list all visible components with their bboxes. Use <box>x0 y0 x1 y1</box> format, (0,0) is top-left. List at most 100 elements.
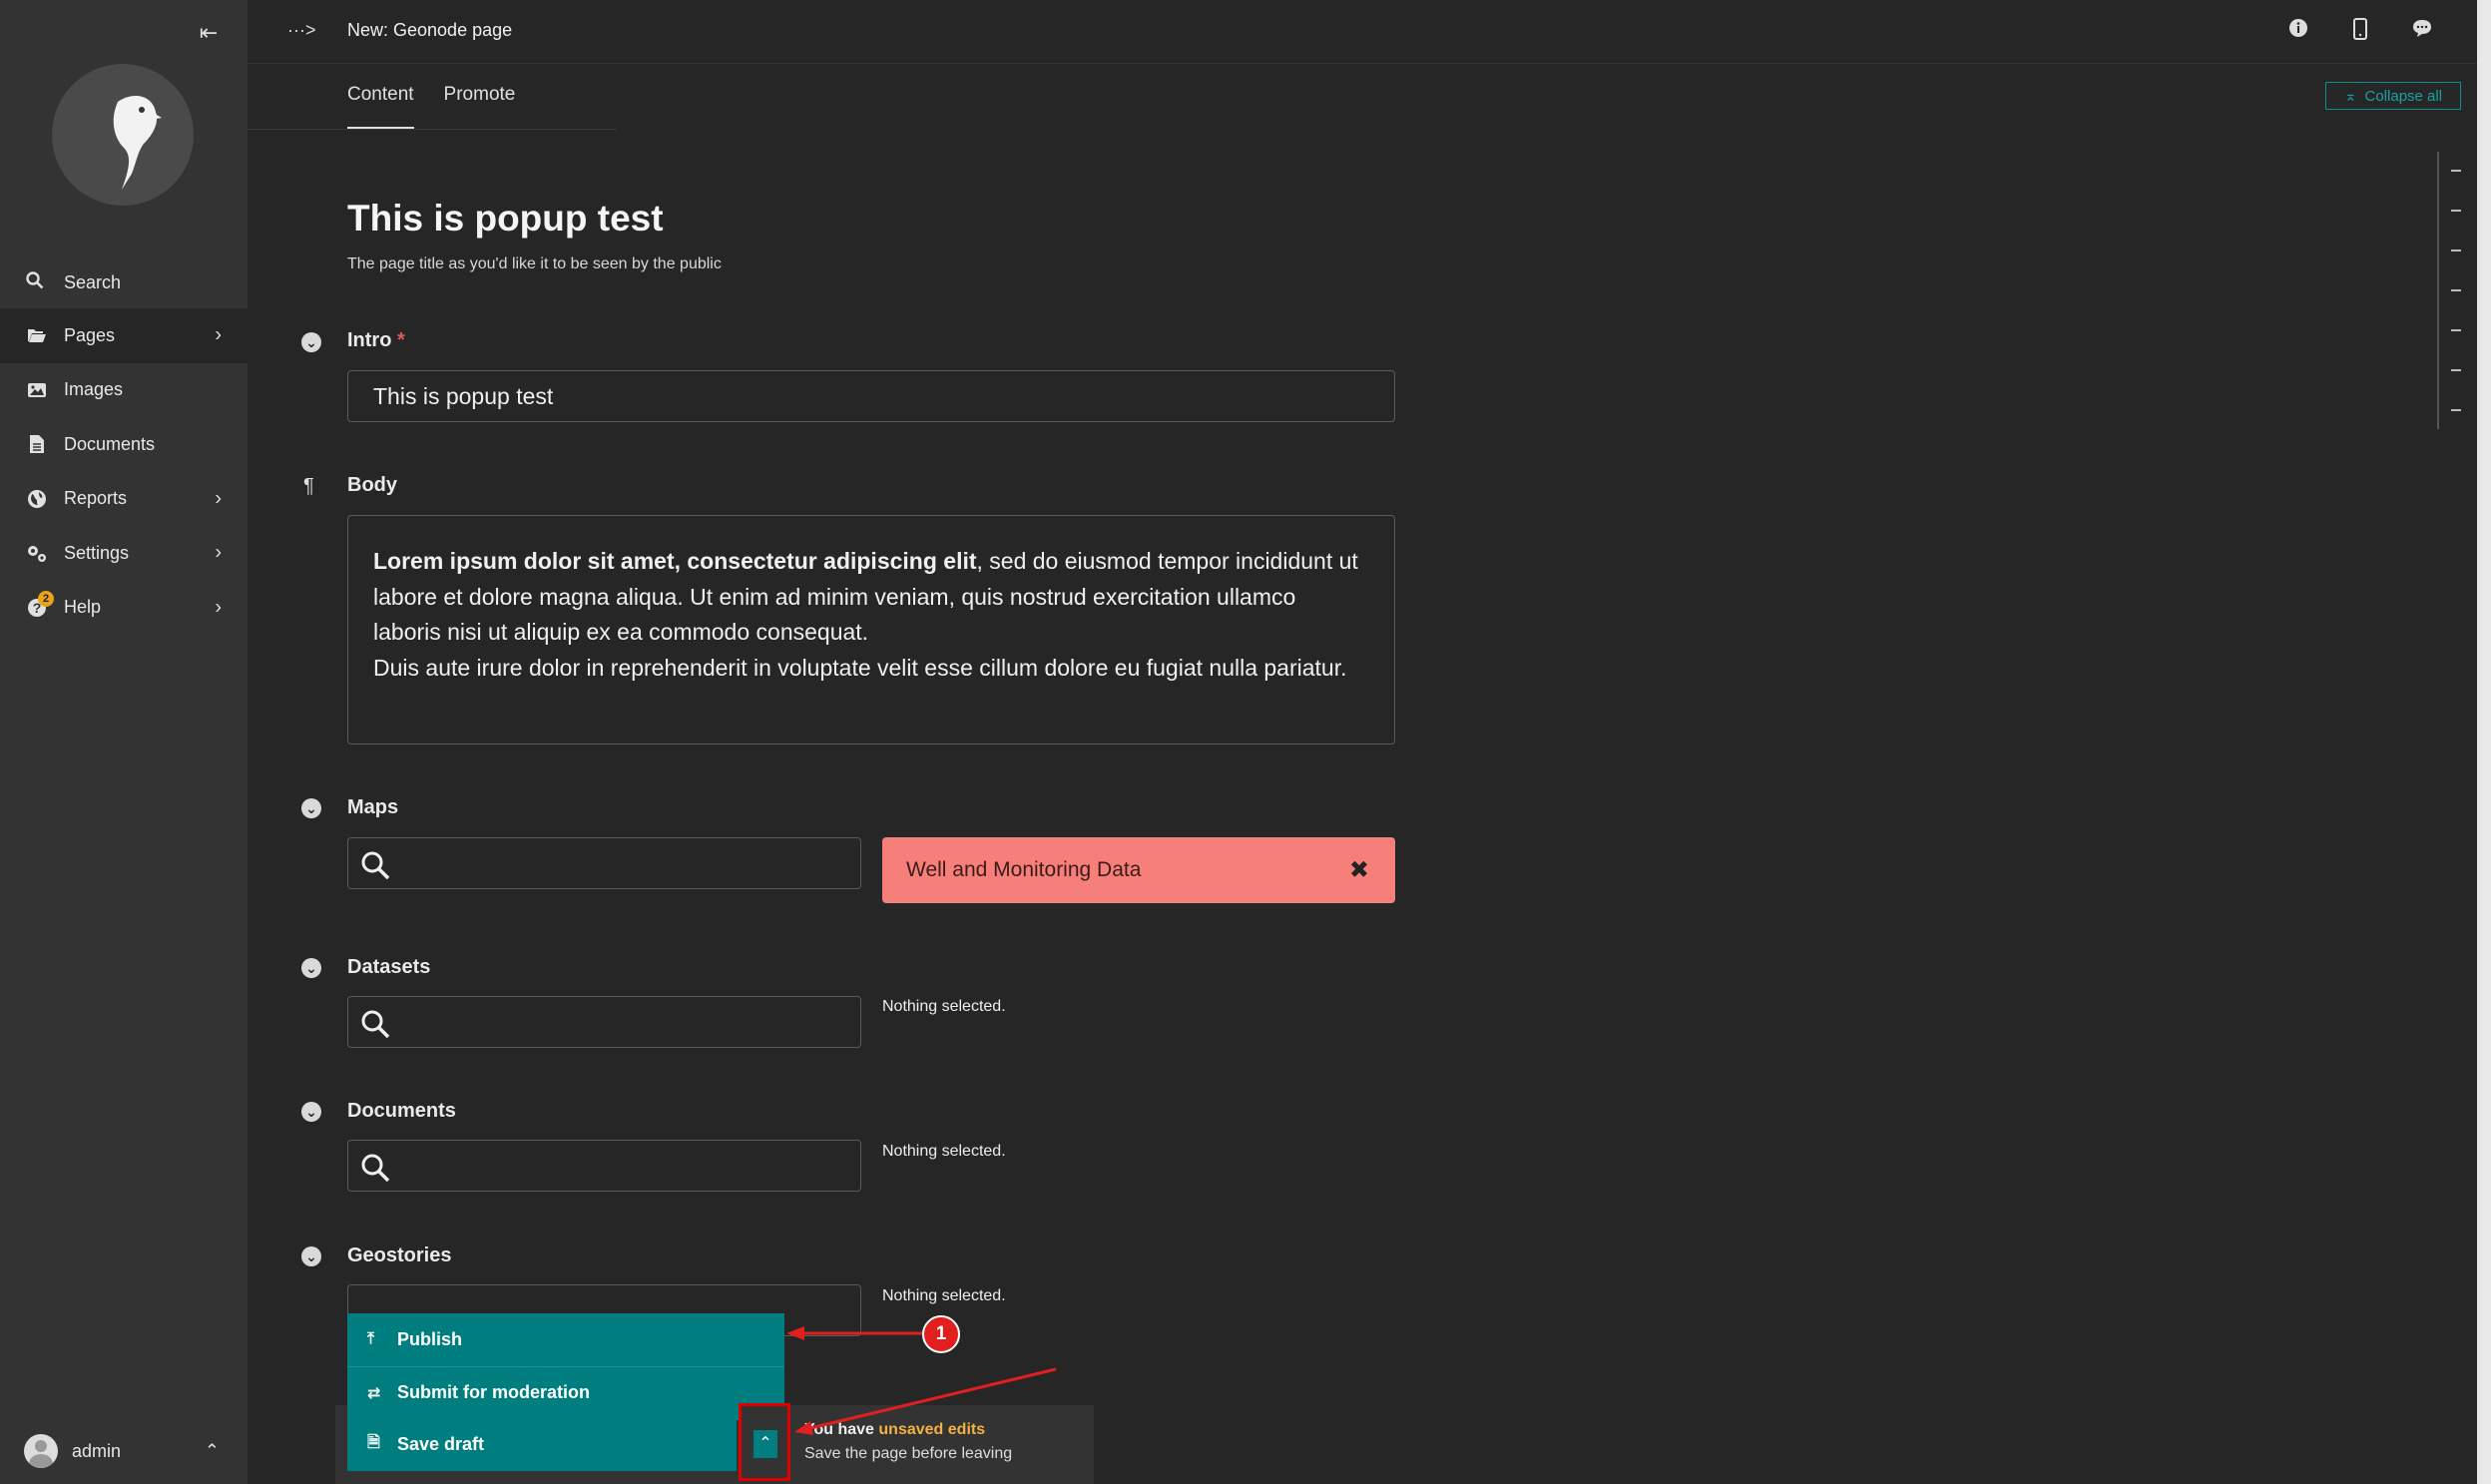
collapse-all-button[interactable]: ⌅ Collapse all <box>2325 82 2461 110</box>
chevron-right-icon: › <box>215 323 222 346</box>
help-notification-badge: 2 <box>38 590 54 607</box>
search-icon <box>26 270 48 294</box>
sidebar-item-images[interactable]: Images <box>0 363 248 418</box>
minimap[interactable] <box>2437 152 2461 429</box>
swap-icon: ⇄ <box>367 1384 381 1402</box>
collapse-up-icon: ⌅ <box>2343 88 2357 105</box>
body-label: Body <box>347 474 397 496</box>
sidebar-item-label: Settings <box>64 542 130 563</box>
paragraph-icon: ¶ <box>303 475 314 497</box>
image-icon <box>26 379 48 401</box>
chevron-up-icon: ⌃ <box>204 1440 220 1461</box>
tab-promote[interactable]: Promote <box>444 84 516 130</box>
action-menu: ⤒ Publish ⇄ Submit for moderation <box>347 1313 784 1420</box>
sidebar-item-label: Pages <box>64 324 116 345</box>
body-text-line2: Duis aute irure dolor in reprehenderit i… <box>373 654 1347 681</box>
intro-input[interactable]: This is popup test <box>347 370 1395 422</box>
annotation-marker: 1 <box>922 1315 960 1353</box>
search-icon <box>361 1010 390 1039</box>
datasets-label: Datasets <box>347 956 431 978</box>
chevron-down-icon[interactable]: ⌄ <box>301 1102 321 1122</box>
account-menu[interactable]: admin ⌃ <box>0 1425 248 1477</box>
unsaved-message: You have unsaved edits <box>804 1421 985 1439</box>
collapse-sidebar-icon[interactable]: ⇤ <box>194 18 224 48</box>
editor-tabs: Content Promote <box>347 84 515 130</box>
sidebar-item-documents[interactable]: Documents <box>0 417 248 472</box>
documents-search-input[interactable] <box>347 1140 861 1192</box>
sidebar-nav: Pages › Images Documents Reports › Setti… <box>0 308 248 635</box>
title-field[interactable]: This is popup test <box>347 198 664 240</box>
chevron-down-icon[interactable]: ⌄ <box>301 958 321 978</box>
more-actions-toggle[interactable]: ⌃ <box>739 1403 790 1481</box>
geostories-status: Nothing selected. <box>882 1287 1006 1304</box>
wagtail-logo[interactable] <box>52 64 194 206</box>
required-marker: * <box>397 329 405 351</box>
unsaved-subtext: Save the page before leaving <box>804 1445 1013 1462</box>
collapse-all-label: Collapse all <box>2364 87 2443 105</box>
remove-icon[interactable]: ✖ <box>1349 856 1369 885</box>
selected-map-chip[interactable]: Well and Monitoring Data ✖ <box>882 837 1395 903</box>
save-draft-button[interactable]: 🗎 Save draft <box>347 1418 737 1471</box>
sidebar-item-reports[interactable]: Reports › <box>0 472 248 527</box>
title-help-text: The page title as you'd like it to be se… <box>347 255 722 272</box>
minimap-mark[interactable] <box>2451 170 2461 172</box>
sidebar-item-label: Help <box>64 597 102 618</box>
document-icon: 🗎 <box>367 1434 380 1451</box>
documents-label: Documents <box>347 1100 456 1122</box>
search-icon <box>361 851 390 880</box>
chevron-right-icon: › <box>215 541 222 564</box>
documents-status: Nothing selected. <box>882 1143 1006 1160</box>
sidebar-item-label: Reports <box>64 488 128 509</box>
cogs-icon <box>26 542 48 564</box>
sidebar-search-label: Search <box>64 271 122 292</box>
document-icon <box>26 433 48 455</box>
info-icon[interactable] <box>2285 18 2311 44</box>
unsaved-highlight: unsaved edits <box>878 1421 986 1438</box>
chevron-up-icon: ⌃ <box>753 1430 777 1458</box>
chevron-right-icon: › <box>215 487 222 510</box>
globe-icon <box>26 488 48 510</box>
chevron-down-icon[interactable]: ⌄ <box>301 1246 321 1266</box>
search-icon <box>361 1154 390 1183</box>
intro-label-text: Intro <box>347 329 392 351</box>
sidebar-item-label: Images <box>64 379 124 400</box>
scrollbar[interactable] <box>2477 0 2491 1484</box>
geostories-label: Geostories <box>347 1244 452 1266</box>
body-bold-text: Lorem ipsum dolor sit amet, consectetur … <box>373 548 977 574</box>
mobile-preview-icon[interactable] <box>2347 18 2373 44</box>
body-richtext-editor[interactable]: Lorem ipsum dolor sit amet, consectetur … <box>347 515 1395 744</box>
intro-label: Intro * <box>347 329 405 352</box>
header-bar: ···> New: Geonode page <box>248 0 2479 64</box>
selected-map-label: Well and Monitoring Data <box>906 858 1142 881</box>
chevron-right-icon: › <box>215 596 222 619</box>
maps-label: Maps <box>347 796 399 818</box>
minimap-mark[interactable] <box>2451 369 2461 371</box>
sidebar-item-help[interactable]: ? 2 Help › <box>0 581 248 636</box>
tab-content[interactable]: Content <box>347 84 414 130</box>
maps-search-input[interactable] <box>347 837 861 889</box>
chevron-down-icon[interactable]: ⌄ <box>301 798 321 818</box>
publish-label: Publish <box>397 1328 463 1349</box>
sidebar-item-pages[interactable]: Pages › <box>0 308 248 363</box>
sidebar-search[interactable]: Search <box>0 263 248 301</box>
minimap-mark[interactable] <box>2451 249 2461 251</box>
upload-icon: ⤒ <box>367 1330 375 1348</box>
comments-icon[interactable] <box>2409 18 2435 44</box>
chevron-down-icon[interactable]: ⌄ <box>301 332 321 352</box>
minimap-mark[interactable] <box>2451 409 2461 411</box>
submit-moderation-label: Submit for moderation <box>397 1382 590 1403</box>
save-draft-label: Save draft <box>397 1434 485 1454</box>
datasets-search-input[interactable] <box>347 996 861 1048</box>
minimap-mark[interactable] <box>2451 289 2461 291</box>
minimap-mark[interactable] <box>2451 210 2461 212</box>
folder-open-icon <box>26 324 48 346</box>
account-name: admin <box>72 1440 122 1461</box>
submit-moderation-button[interactable]: ⇄ Submit for moderation <box>347 1367 784 1420</box>
avatar <box>24 1434 58 1468</box>
sidebar-item-settings[interactable]: Settings › <box>0 526 248 581</box>
breadcrumb-toggle-icon[interactable]: ···> <box>287 20 316 41</box>
publish-button[interactable]: ⤒ Publish <box>347 1313 784 1367</box>
datasets-status: Nothing selected. <box>882 998 1006 1015</box>
minimap-mark[interactable] <box>2451 329 2461 331</box>
sidebar: ⇤ Search Pages › Images Documents Report… <box>0 0 248 1484</box>
